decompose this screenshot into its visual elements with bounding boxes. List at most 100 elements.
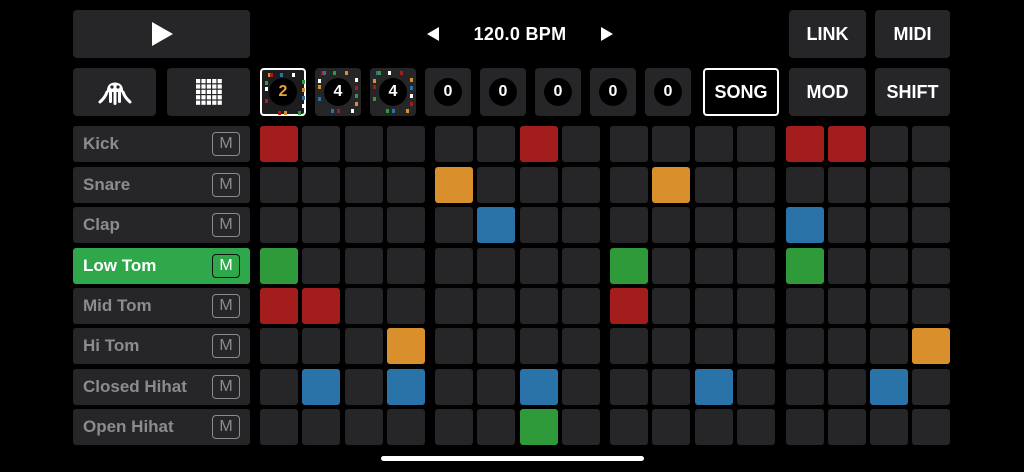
step-cell[interactable] xyxy=(610,207,648,243)
step-cell[interactable] xyxy=(610,126,648,162)
step-cell[interactable] xyxy=(260,288,298,324)
step-cell[interactable] xyxy=(695,207,733,243)
step-cell[interactable] xyxy=(387,126,425,162)
step-cell[interactable] xyxy=(828,167,866,203)
step-cell[interactable] xyxy=(387,409,425,445)
step-cell[interactable] xyxy=(695,248,733,284)
step-cell[interactable] xyxy=(737,409,775,445)
step-cell[interactable] xyxy=(912,328,950,364)
step-cell[interactable] xyxy=(260,167,298,203)
step-cell[interactable] xyxy=(477,126,515,162)
step-cell[interactable] xyxy=(737,328,775,364)
step-cell[interactable] xyxy=(652,167,690,203)
grid-button[interactable] xyxy=(167,68,250,116)
step-cell[interactable] xyxy=(562,409,600,445)
step-cell[interactable] xyxy=(435,126,473,162)
step-cell[interactable] xyxy=(345,207,383,243)
step-cell[interactable] xyxy=(260,207,298,243)
step-cell[interactable] xyxy=(387,167,425,203)
track-closed-hihat[interactable]: Closed Hihat M xyxy=(73,369,250,405)
mute-button[interactable]: M xyxy=(212,334,240,358)
step-cell[interactable] xyxy=(912,207,950,243)
step-cell[interactable] xyxy=(828,409,866,445)
step-cell[interactable] xyxy=(302,369,340,405)
step-cell[interactable] xyxy=(652,126,690,162)
step-cell[interactable] xyxy=(828,369,866,405)
step-cell[interactable] xyxy=(912,369,950,405)
step-cell[interactable] xyxy=(477,288,515,324)
step-cell[interactable] xyxy=(610,288,648,324)
step-cell[interactable] xyxy=(610,369,648,405)
step-cell[interactable] xyxy=(562,207,600,243)
step-cell[interactable] xyxy=(828,328,866,364)
step-cell[interactable] xyxy=(520,369,558,405)
step-cell[interactable] xyxy=(870,167,908,203)
step-cell[interactable] xyxy=(737,167,775,203)
step-cell[interactable] xyxy=(870,409,908,445)
track-hi-tom[interactable]: Hi Tom M xyxy=(73,328,250,364)
midi-button[interactable]: MIDI xyxy=(875,10,950,58)
step-cell[interactable] xyxy=(345,328,383,364)
step-cell[interactable] xyxy=(870,369,908,405)
link-button[interactable]: LINK xyxy=(789,10,866,58)
step-cell[interactable] xyxy=(870,328,908,364)
step-cell[interactable] xyxy=(737,369,775,405)
mute-button[interactable]: M xyxy=(212,294,240,318)
step-cell[interactable] xyxy=(387,207,425,243)
step-cell[interactable] xyxy=(345,288,383,324)
step-cell[interactable] xyxy=(435,369,473,405)
step-cell[interactable] xyxy=(695,369,733,405)
step-cell[interactable] xyxy=(828,126,866,162)
step-cell[interactable] xyxy=(477,369,515,405)
step-cell[interactable] xyxy=(870,248,908,284)
step-cell[interactable] xyxy=(786,369,824,405)
step-cell[interactable] xyxy=(435,288,473,324)
shift-button[interactable]: SHIFT xyxy=(875,68,950,116)
step-cell[interactable] xyxy=(345,369,383,405)
step-cell[interactable] xyxy=(477,167,515,203)
step-cell[interactable] xyxy=(260,248,298,284)
step-cell[interactable] xyxy=(387,328,425,364)
step-cell[interactable] xyxy=(737,207,775,243)
step-cell[interactable] xyxy=(435,328,473,364)
step-cell[interactable] xyxy=(260,409,298,445)
step-cell[interactable] xyxy=(345,167,383,203)
pattern-slot-4[interactable]: 0 xyxy=(425,68,471,116)
track-kick[interactable]: Kick M xyxy=(73,126,250,162)
step-cell[interactable] xyxy=(652,328,690,364)
step-cell[interactable] xyxy=(610,167,648,203)
caret-right-icon[interactable] xyxy=(594,21,620,47)
step-cell[interactable] xyxy=(737,288,775,324)
step-cell[interactable] xyxy=(695,288,733,324)
step-cell[interactable] xyxy=(695,167,733,203)
mute-button[interactable]: M xyxy=(212,213,240,237)
step-cell[interactable] xyxy=(302,288,340,324)
step-cell[interactable] xyxy=(435,167,473,203)
step-cell[interactable] xyxy=(562,288,600,324)
step-cell[interactable] xyxy=(345,248,383,284)
play-button[interactable] xyxy=(73,10,250,58)
step-cell[interactable] xyxy=(870,288,908,324)
step-cell[interactable] xyxy=(912,167,950,203)
step-cell[interactable] xyxy=(562,328,600,364)
step-cell[interactable] xyxy=(610,409,648,445)
step-cell[interactable] xyxy=(520,288,558,324)
track-clap[interactable]: Clap M xyxy=(73,207,250,243)
mod-button[interactable]: MOD xyxy=(789,68,866,116)
step-cell[interactable] xyxy=(435,207,473,243)
step-cell[interactable] xyxy=(520,409,558,445)
pattern-slot-8[interactable]: 0 xyxy=(645,68,691,116)
track-snare[interactable]: Snare M xyxy=(73,167,250,203)
step-cell[interactable] xyxy=(786,126,824,162)
step-cell[interactable] xyxy=(387,288,425,324)
step-cell[interactable] xyxy=(520,328,558,364)
step-cell[interactable] xyxy=(828,248,866,284)
step-cell[interactable] xyxy=(912,288,950,324)
step-cell[interactable] xyxy=(786,167,824,203)
step-cell[interactable] xyxy=(302,207,340,243)
octopus-button[interactable] xyxy=(73,68,156,116)
step-cell[interactable] xyxy=(477,207,515,243)
pattern-slot-7[interactable]: 0 xyxy=(590,68,636,116)
step-cell[interactable] xyxy=(477,328,515,364)
step-cell[interactable] xyxy=(737,126,775,162)
